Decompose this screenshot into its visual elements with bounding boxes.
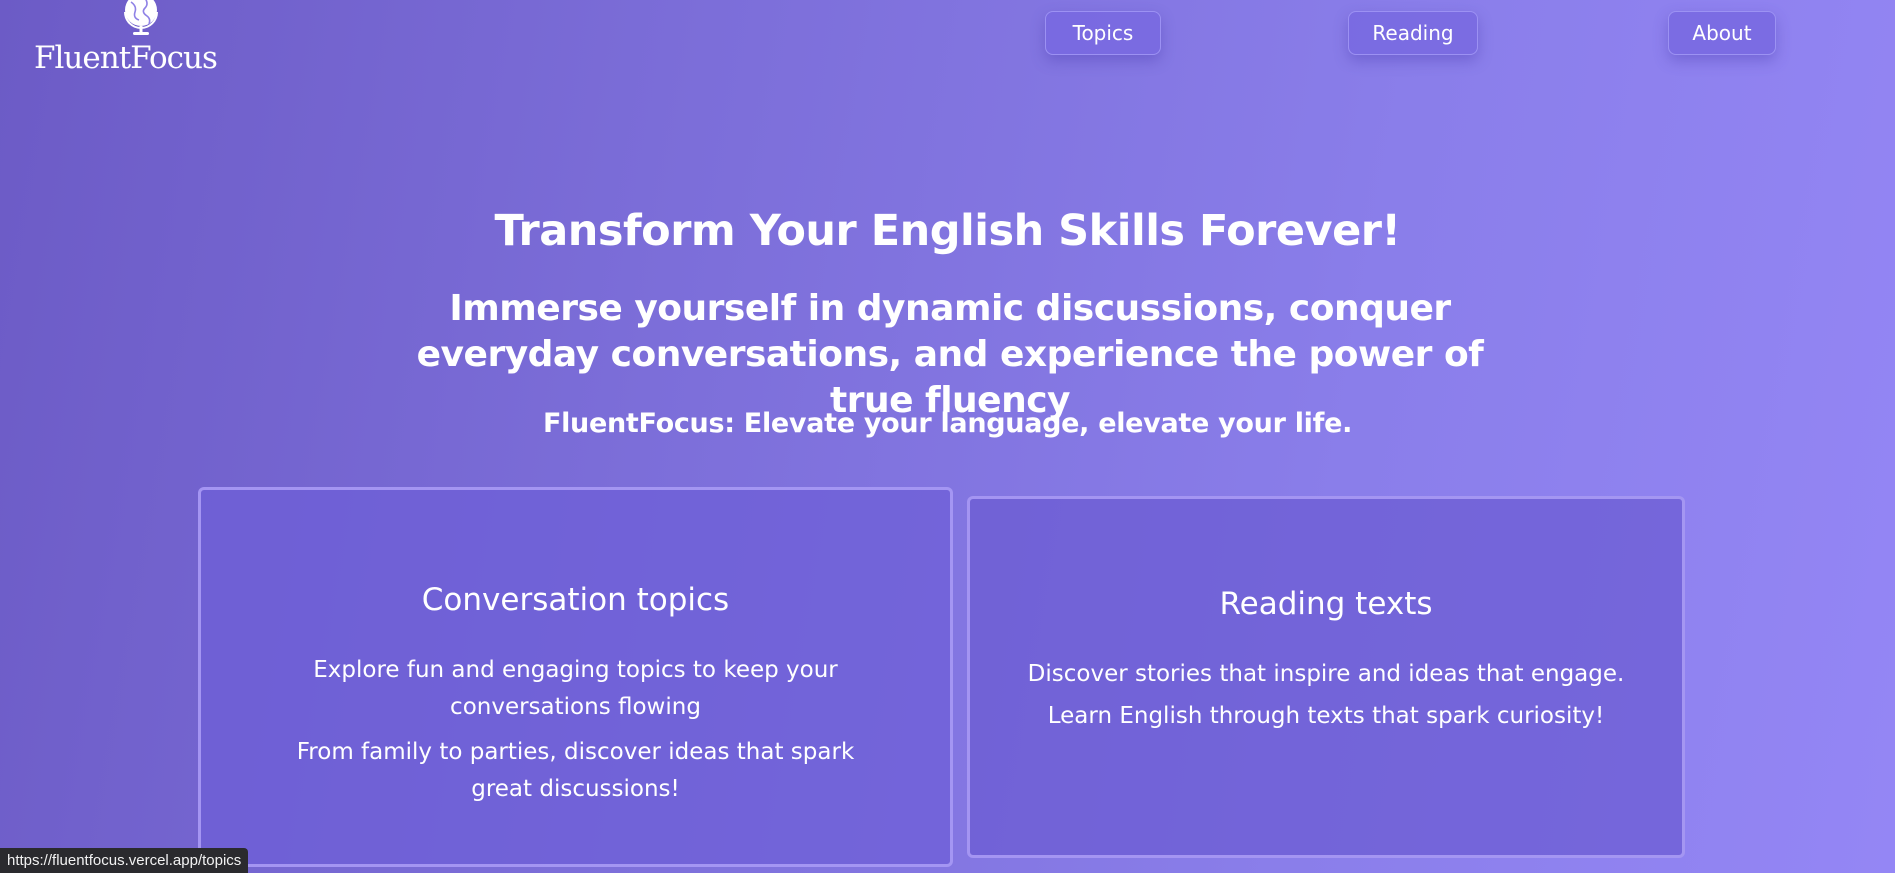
- hero-subtitle: Immerse yourself in dynamic discussions,…: [416, 288, 1484, 421]
- card-title: Conversation topics: [421, 582, 730, 618]
- nav-topics-button[interactable]: Topics: [1045, 11, 1161, 55]
- card-text: Explore fun and engaging topics to keep …: [313, 657, 838, 720]
- conversation-topics-card[interactable]: Conversation topics Explore fun and enga…: [198, 487, 953, 867]
- nav-about-button[interactable]: About: [1668, 11, 1776, 55]
- reading-texts-card[interactable]: Reading texts Discover stories that insp…: [967, 496, 1685, 858]
- hero-tagline: FluentFocus: Elevate your language, elev…: [542, 408, 1353, 439]
- nav-reading-button[interactable]: Reading: [1348, 11, 1478, 55]
- status-bar-url: https://fluentfocus.vercel.app/topics: [0, 848, 249, 873]
- card-text: Discover stories that inspire and ideas …: [1027, 661, 1625, 687]
- card-title: Reading texts: [1219, 586, 1433, 622]
- card-text: From family to parties, discover ideas t…: [296, 739, 855, 802]
- logo-text: FluentFocus: [34, 40, 218, 76]
- globe-icon: [124, 0, 158, 35]
- card-text: Learn English through texts that spark c…: [1047, 703, 1605, 729]
- logo[interactable]: FluentFocus: [34, 0, 218, 80]
- hero-title: Transform Your English Skills Forever!: [494, 206, 1401, 256]
